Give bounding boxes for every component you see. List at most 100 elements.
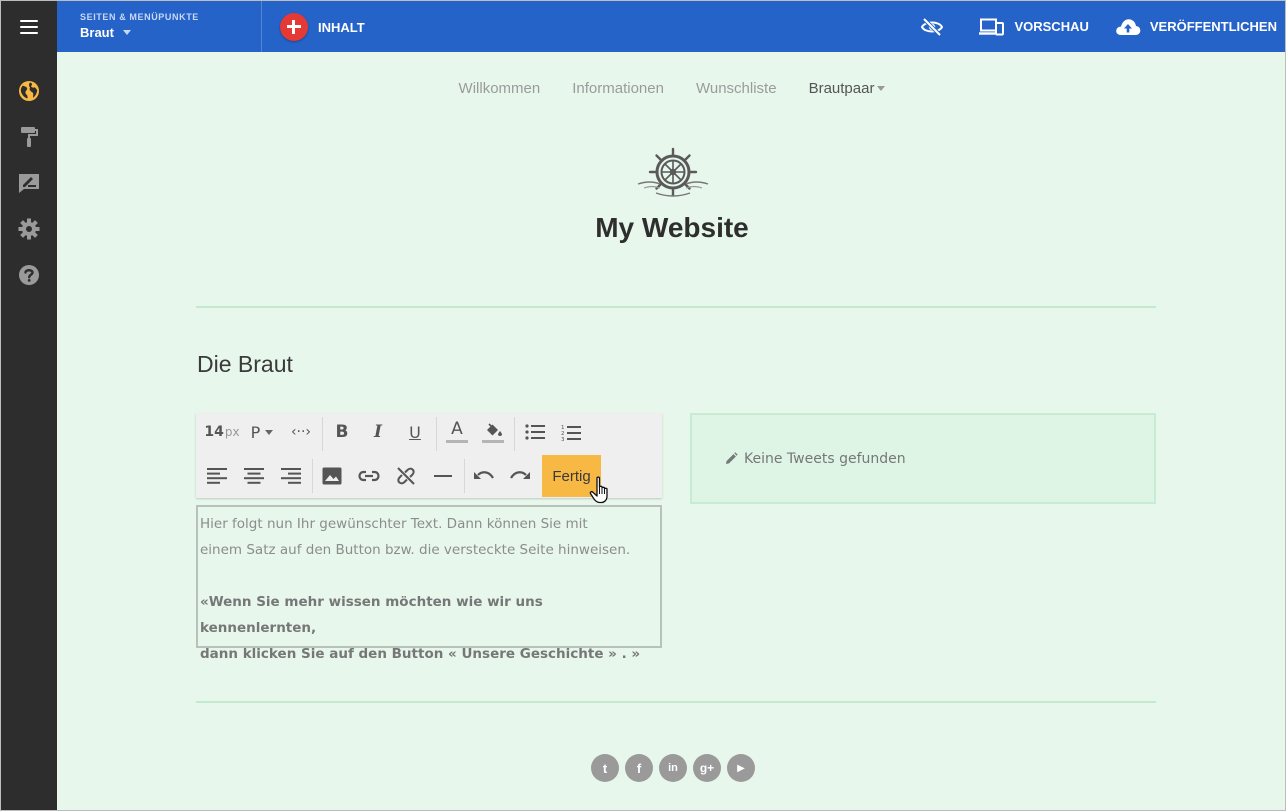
sidebar-item-help[interactable] <box>18 264 40 286</box>
sidebar-item-settings[interactable] <box>18 218 40 240</box>
align-center-icon <box>244 468 264 484</box>
linkedin-icon[interactable]: in <box>659 754 687 782</box>
globe-icon <box>19 81 39 101</box>
font-color-icon: A <box>451 419 463 439</box>
nav-item-brautpaar[interactable]: Brautpaar <box>809 80 886 97</box>
code-view-button[interactable]: ‹··› <box>284 417 318 447</box>
align-right-button[interactable] <box>275 461 307 491</box>
nav-item-willkommen[interactable]: Willkommen <box>459 80 541 97</box>
preview-label: VORSCHAU <box>1014 19 1089 34</box>
sidebar-item-design[interactable] <box>18 126 40 148</box>
top-bar: SEITEN & MENÜPUNKTE Braut INHALT VORSCHA… <box>1 1 1285 52</box>
font-color-bar <box>446 440 468 443</box>
paint-roller-icon <box>21 127 38 147</box>
ship-wheel-logo <box>637 147 709 197</box>
publish-button[interactable]: VERÖFFENTLICHEN <box>1115 18 1277 36</box>
help-icon <box>19 265 39 285</box>
social-links: t f in g+ ▶ <box>591 754 761 782</box>
chevron-down-icon <box>265 429 274 435</box>
underline-button[interactable]: U <box>399 417 431 447</box>
site-title[interactable]: My Website <box>57 212 1285 244</box>
bulleted-list-icon <box>525 424 545 440</box>
nav-item-wunschliste[interactable]: Wunschliste <box>696 80 777 97</box>
toolbar-divider <box>464 459 465 493</box>
editor-text-line-2: einem Satz auf den Button bzw. die verst… <box>200 542 631 558</box>
youtube-icon[interactable]: ▶ <box>727 754 755 782</box>
edit-note-icon <box>19 174 39 193</box>
nav-item-brautpaar-label: Brautpaar <box>808 80 875 97</box>
menu-button[interactable] <box>1 1 57 52</box>
site-navigation: Willkommen Informationen Wunschliste Bra… <box>57 80 1285 97</box>
font-color-button[interactable]: A <box>441 417 473 447</box>
italic-icon: I <box>374 422 382 442</box>
text-editor-toolbar: 14 px P ‹··› B I U A 1 2 3 Fertig <box>196 413 662 504</box>
chevron-down-icon <box>877 86 886 91</box>
sidebar-item-pages[interactable] <box>18 80 40 102</box>
italic-button[interactable]: I <box>362 417 394 447</box>
toolbar-divider <box>312 459 313 493</box>
tweets-widget[interactable]: Keine Tweets gefunden <box>690 413 1156 504</box>
font-size-select[interactable]: 14 px <box>202 417 242 447</box>
hand-cursor-icon <box>589 476 608 504</box>
chevron-down-icon <box>122 30 131 35</box>
redo-button[interactable] <box>504 461 536 491</box>
app-window: SEITEN & MENÜPUNKTE Braut INHALT VORSCHA… <box>0 0 1286 811</box>
numbered-list-button[interactable]: 1 2 3 <box>555 417 587 447</box>
section-title[interactable]: Die Braut <box>197 351 293 378</box>
bulleted-list-button[interactable] <box>519 417 551 447</box>
editor-bold-line-2: dann klicken Sie auf den Button « Unsere… <box>200 646 641 662</box>
redo-icon <box>510 471 530 479</box>
sidebar-item-content[interactable] <box>18 172 40 194</box>
done-button-label: Fertig <box>552 467 591 485</box>
editor-text-line-1: Hier folgt nun Ihr gewünschter Text. Dan… <box>200 516 588 532</box>
hide-toggle-button[interactable] <box>920 17 953 37</box>
editor-empty-line <box>200 563 658 589</box>
twitter-icon[interactable]: t <box>591 754 619 782</box>
current-page-name: Braut <box>80 25 114 40</box>
toolbar-divider <box>322 417 323 451</box>
page-selector-label: SEITEN & MENÜPUNKTE <box>80 12 199 22</box>
undo-icon <box>474 471 494 479</box>
pencil-icon <box>726 451 738 464</box>
website-canvas: Willkommen Informationen Wunschliste Bra… <box>57 52 1285 810</box>
fill-bucket-icon <box>487 422 502 436</box>
paragraph-format-label: P <box>250 422 261 442</box>
facebook-icon[interactable]: f <box>625 754 653 782</box>
insert-link-button[interactable] <box>353 461 385 491</box>
cloud-upload-icon <box>1116 18 1141 35</box>
paragraph-format-select[interactable]: P <box>246 417 278 447</box>
image-icon <box>322 467 342 485</box>
unlink-icon <box>397 467 415 485</box>
devices-icon <box>979 18 1005 35</box>
font-size-value: 14 <box>204 424 224 440</box>
bold-icon: B <box>335 422 349 442</box>
horizontal-line-icon <box>434 475 452 477</box>
add-content-button[interactable]: INHALT <box>280 13 365 41</box>
bold-button[interactable]: B <box>326 417 358 447</box>
remove-link-button[interactable] <box>390 461 422 491</box>
background-color-button[interactable] <box>477 417 509 447</box>
toolbar-divider <box>436 417 437 451</box>
toolbar-divider <box>514 417 515 451</box>
text-editor-area[interactable]: Hier folgt nun Ihr gewünschter Text. Dan… <box>196 505 662 662</box>
gear-icon <box>18 218 40 240</box>
google-plus-icon[interactable]: g+ <box>693 754 721 782</box>
add-content-label: INHALT <box>318 19 365 35</box>
numbered-list-icon: 1 2 3 <box>561 425 581 441</box>
publish-label: VERÖFFENTLICHEN <box>1149 19 1277 34</box>
svg-text:3: 3 <box>561 437 565 441</box>
code-icon: ‹··› <box>290 424 312 440</box>
align-left-icon <box>207 468 227 484</box>
section-divider-top <box>196 306 1156 308</box>
preview-button[interactable]: VORSCHAU <box>979 18 1089 36</box>
horizontal-line-button[interactable] <box>427 461 459 491</box>
align-center-button[interactable] <box>238 461 270 491</box>
page-selector[interactable]: SEITEN & MENÜPUNKTE Braut <box>57 1 262 52</box>
plus-icon <box>280 13 308 41</box>
nav-item-informationen[interactable]: Informationen <box>572 80 664 97</box>
align-left-button[interactable] <box>201 461 233 491</box>
sidebar <box>1 52 57 810</box>
insert-image-button[interactable] <box>316 461 348 491</box>
section-divider-bottom <box>196 701 1156 703</box>
undo-button[interactable] <box>468 461 500 491</box>
